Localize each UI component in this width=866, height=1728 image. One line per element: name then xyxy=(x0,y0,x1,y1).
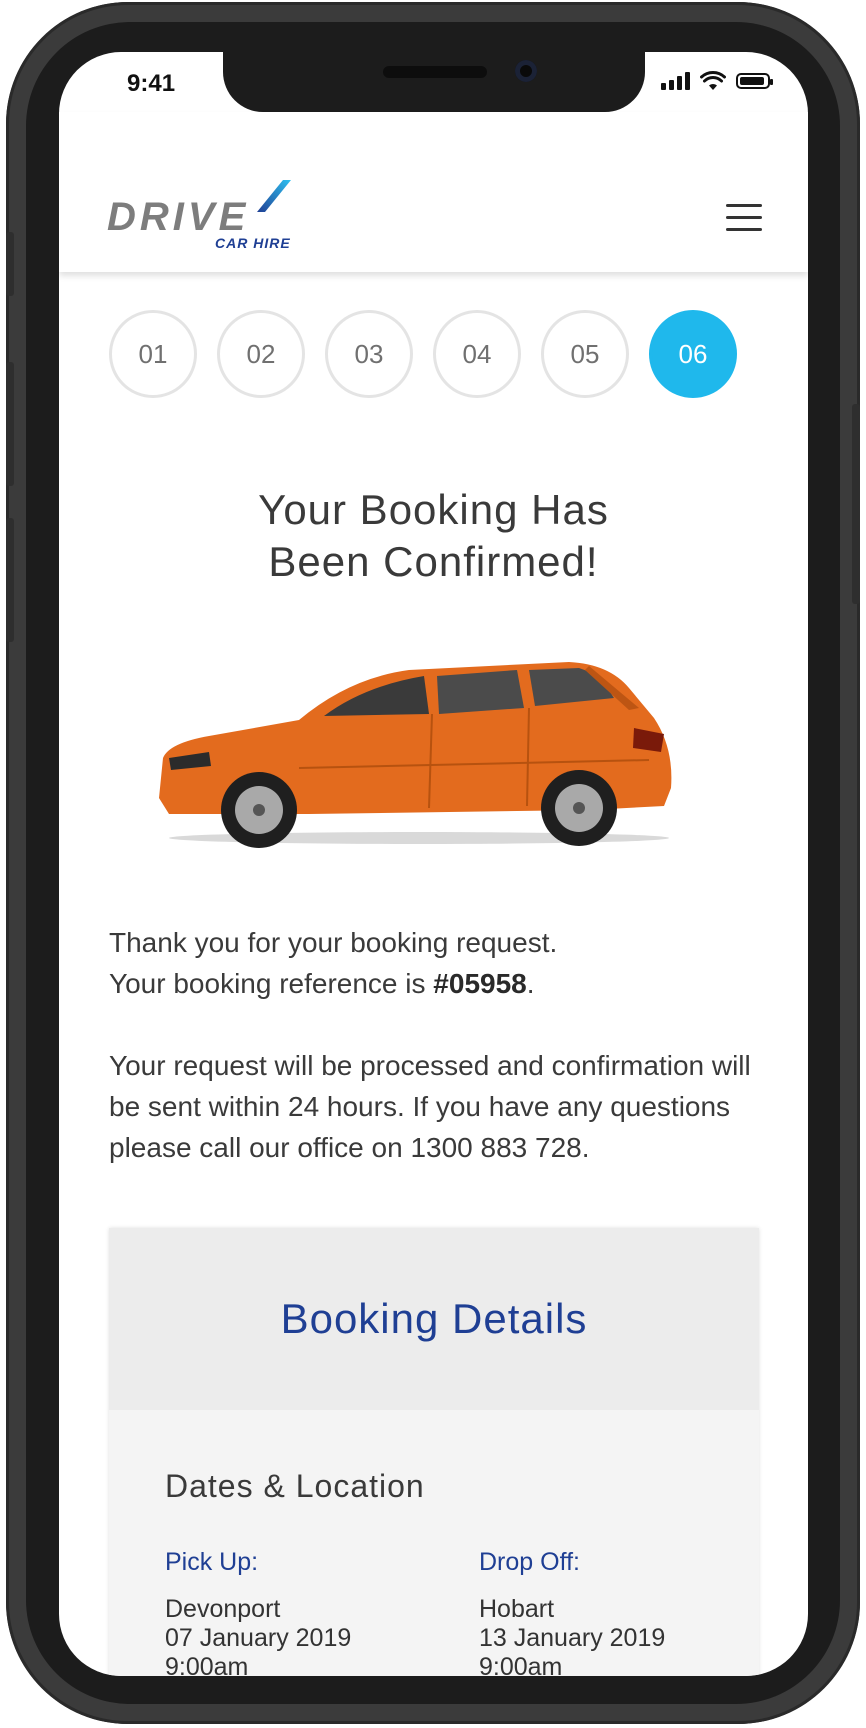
status-icons xyxy=(661,71,773,91)
wifi-icon xyxy=(700,71,726,90)
dropoff-label: Drop Off: xyxy=(479,1548,580,1576)
mute-switch xyxy=(6,232,14,296)
drive-logo[interactable]: DRIVE CAR HIRE xyxy=(107,172,337,260)
page-title: Your Booking Has Been Confirmed! xyxy=(59,484,808,588)
pickup-label: Pick Up: xyxy=(165,1548,259,1576)
step-03[interactable]: 03 xyxy=(325,310,413,398)
battery-icon xyxy=(736,73,773,89)
dropoff-location: Hobart xyxy=(479,1595,555,1623)
pickup-column: Pick Up: Devonport 07 January 2019 9:00a… xyxy=(165,1548,351,1676)
step-indicator: 01 02 03 04 05 06 xyxy=(109,310,737,398)
dropoff-column: Drop Off: Hobart 13 January 2019 9:00am xyxy=(479,1548,665,1676)
title-line-1: Your Booking Has xyxy=(258,486,609,533)
ref-prefix: Your booking reference is xyxy=(109,968,434,999)
thanks-text: Thank you for your booking request. xyxy=(109,927,558,958)
volume-down-button xyxy=(6,518,14,642)
step-04[interactable]: 04 xyxy=(433,310,521,398)
logo-wordmark: DRIVE xyxy=(107,195,249,239)
pickup-location: Devonport xyxy=(165,1595,281,1623)
signal-icon xyxy=(661,72,690,90)
booking-details-heading: Booking Details xyxy=(109,1228,759,1410)
logo-subtext: CAR HIRE xyxy=(215,235,291,251)
volume-up-button xyxy=(6,362,14,486)
app-screen: 9:41 DRIVE CAR HIRE 01 02 03 04 05 06 Yo… xyxy=(59,52,808,1676)
status-time: 9:41 xyxy=(127,70,176,97)
dropoff-time: 9:00am xyxy=(479,1653,563,1676)
step-05[interactable]: 05 xyxy=(541,310,629,398)
power-button xyxy=(852,404,860,604)
app-header: DRIVE CAR HIRE xyxy=(59,112,808,272)
camera-icon xyxy=(515,60,537,82)
step-02[interactable]: 02 xyxy=(217,310,305,398)
step-06-active[interactable]: 06 xyxy=(649,310,737,398)
step-01[interactable]: 01 xyxy=(109,310,197,398)
title-line-2: Been Confirmed! xyxy=(268,538,599,585)
dropoff-date: 13 January 2019 xyxy=(479,1624,666,1652)
ref-suffix: . xyxy=(526,968,535,999)
confirmation-message: Thank you for your booking request. Your… xyxy=(109,922,769,1209)
speaker xyxy=(383,66,487,78)
car-image xyxy=(159,662,672,848)
notch xyxy=(223,52,645,112)
dates-location-heading: Dates & Location xyxy=(165,1468,425,1504)
pickup-time: 9:00am xyxy=(165,1653,249,1676)
hamburger-menu-icon[interactable] xyxy=(726,204,762,232)
booking-details-card: Booking Details Dates & Location Pick Up… xyxy=(109,1228,759,1676)
booking-reference: #05958 xyxy=(433,968,527,999)
pickup-date: 07 January 2019 xyxy=(165,1624,352,1652)
processing-text: Your request will be processed and confi… xyxy=(109,1050,751,1163)
